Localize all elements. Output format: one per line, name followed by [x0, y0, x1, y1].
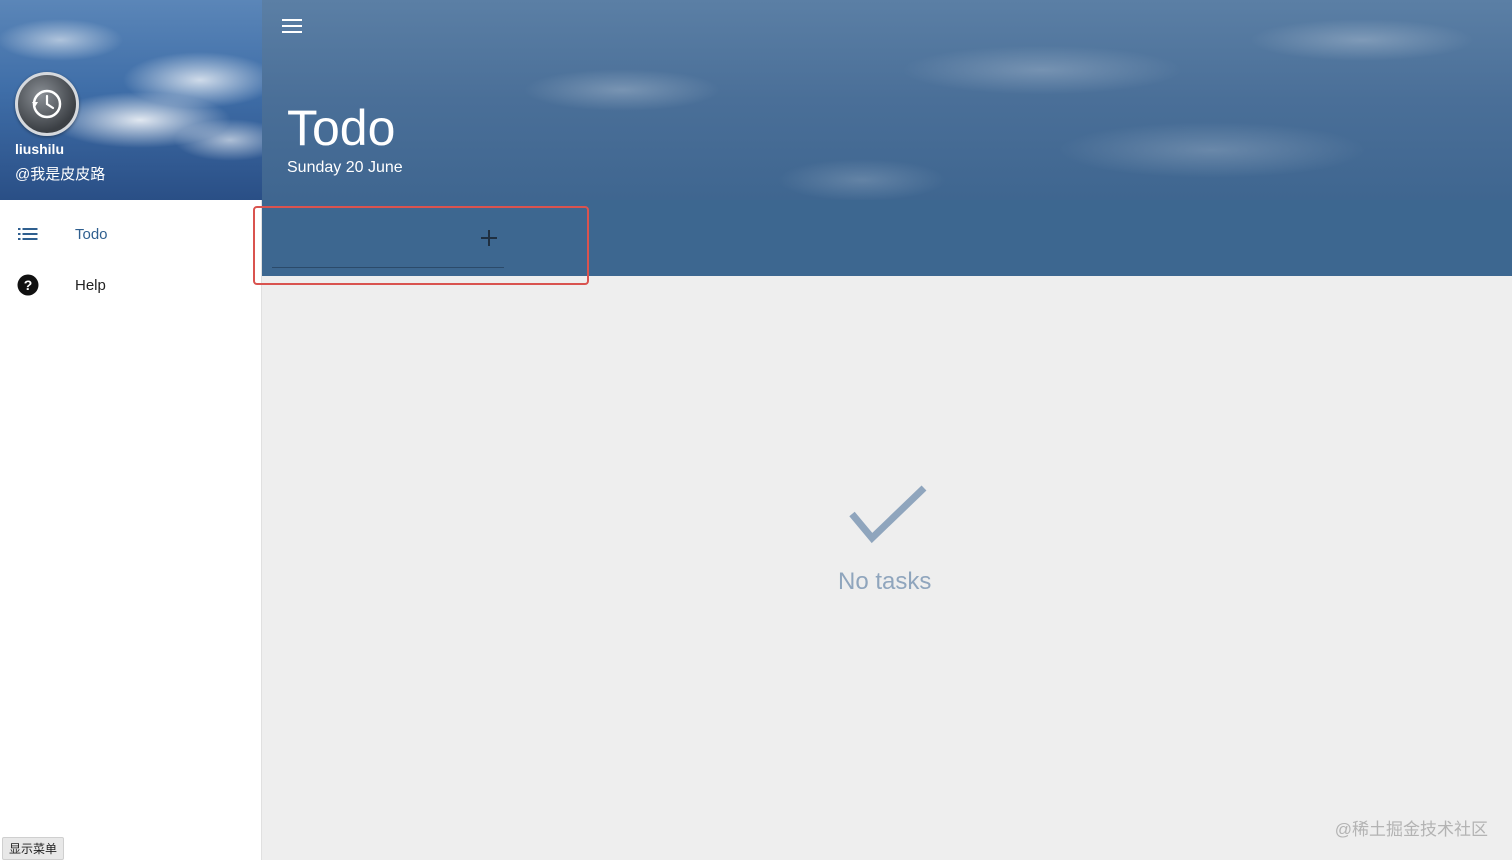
help-circle-icon: ?	[17, 274, 39, 296]
highlight-box	[253, 206, 589, 285]
history-clock-icon	[32, 89, 62, 119]
checkmark-icon	[849, 485, 927, 544]
page-date: Sunday 20 June	[287, 159, 403, 176]
empty-state-text: No tasks	[838, 568, 932, 595]
svg-text:?: ?	[24, 277, 33, 293]
list-icon	[18, 228, 38, 240]
show-menu-badge[interactable]: 显示菜单	[2, 837, 65, 860]
main-header: Todo Sunday 20 June	[262, 0, 1512, 200]
sidebar-item-help[interactable]: ? Help	[0, 260, 261, 310]
sidebar-item-label: Help	[75, 276, 106, 294]
sidebar-header: liushilu @我是皮皮路	[0, 0, 262, 200]
watermark: @稀土掘金技术社区	[1334, 820, 1488, 839]
sidebar-item-todo[interactable]: Todo	[0, 209, 261, 259]
avatar[interactable]	[15, 72, 79, 136]
user-name: liushilu	[15, 141, 64, 157]
page-title: Todo	[287, 100, 396, 156]
hamburger-menu-icon[interactable]	[282, 16, 302, 34]
sidebar-item-label: Todo	[75, 225, 108, 243]
user-handle: @我是皮皮路	[15, 166, 106, 183]
sidebar: liushilu @我是皮皮路 Todo ? Help 显示菜单	[0, 0, 262, 860]
